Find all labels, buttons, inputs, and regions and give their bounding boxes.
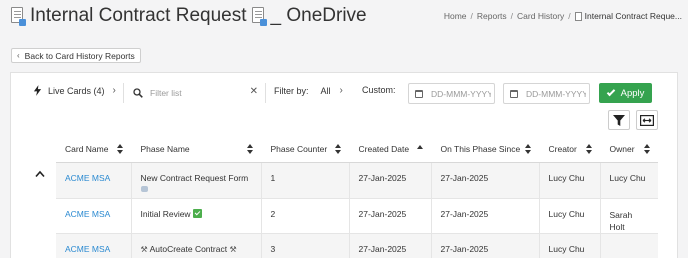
creator-cell: Lucy Chu xyxy=(538,233,600,258)
chevron-right-icon: › xyxy=(112,85,116,96)
column-header-phase-name[interactable]: Phase Name xyxy=(130,136,261,163)
breadcrumb-home[interactable]: Home xyxy=(444,11,467,21)
sort-icon xyxy=(524,144,531,154)
tools-icon: ⚒ xyxy=(140,244,148,254)
card-history-table: Card Name Phase Name Phase Counter Creat… xyxy=(56,136,658,258)
card-name-link[interactable]: ACME MSA xyxy=(56,162,131,199)
document-icon xyxy=(574,11,582,21)
sort-icon xyxy=(644,144,650,154)
breadcrumb-separator: / xyxy=(568,11,571,21)
creator-cell: Lucy Chu xyxy=(538,162,600,199)
chevron-left-icon: ‹ xyxy=(17,51,20,60)
on-phase-since-cell: 27-Jan-2025 xyxy=(430,233,539,258)
document-icon xyxy=(251,6,267,26)
sort-icon xyxy=(334,144,341,154)
column-header-card-name[interactable]: Card Name xyxy=(56,136,131,163)
card-name-link[interactable]: ACME MSA xyxy=(56,233,131,258)
column-header-creator[interactable]: Creator xyxy=(538,136,600,163)
date-from-field[interactable] xyxy=(408,83,495,104)
live-cards-label: Live Cards (4) xyxy=(48,85,105,96)
back-button-label: Back to Card History Reports xyxy=(24,50,135,61)
column-header-created-date[interactable]: Created Date xyxy=(348,136,431,163)
phase-counter-cell: 3 xyxy=(260,233,349,258)
breadcrumb: Home / Reports / Card History / Internal… xyxy=(444,11,682,21)
divider xyxy=(265,83,266,103)
column-header-phase-counter[interactable]: Phase Counter xyxy=(260,136,349,163)
filter-by-dropdown[interactable]: Filter by: All › xyxy=(274,85,343,96)
sort-icon xyxy=(585,144,592,154)
column-header-on-this-phase-since[interactable]: On This Phase Since xyxy=(430,136,539,163)
filter-by-label: Filter by: xyxy=(274,85,309,96)
table-row: ACME MSA Initial Review 2 27-Jan-2025 27… xyxy=(56,198,658,234)
card-name-link[interactable]: ACME MSA xyxy=(56,198,131,234)
divider xyxy=(123,83,124,103)
on-phase-since-cell: 27-Jan-2025 xyxy=(430,198,539,234)
filter-button[interactable] xyxy=(608,110,630,130)
clear-icon[interactable]: ✕ xyxy=(250,86,258,97)
owner-cell xyxy=(599,233,658,258)
breadcrumb-reports[interactable]: Reports xyxy=(477,11,507,21)
table-row: ACME MSA New Contract Request Form 1 27-… xyxy=(56,162,658,199)
page-title-suffix: _ OneDrive xyxy=(270,5,367,26)
report-panel: Live Cards (4) › ✕ Filter by: All › Cust… xyxy=(10,72,678,258)
phase-name-cell: ⚒ AutoCreate Contract ⚒ xyxy=(130,233,261,258)
calendar-icon xyxy=(415,89,423,98)
breadcrumb-card-history[interactable]: Card History xyxy=(517,11,564,21)
chevron-up-icon[interactable] xyxy=(35,170,45,178)
check-mark-icon xyxy=(192,208,202,218)
search-input[interactable] xyxy=(150,87,240,98)
phase-name-cell: New Contract Request Form xyxy=(130,162,261,199)
toolbar: Live Cards (4) › ✕ Filter by: All › Cust… xyxy=(11,73,679,113)
table-header-row: Card Name Phase Name Phase Counter Creat… xyxy=(56,136,658,163)
apply-button[interactable]: Apply xyxy=(599,83,652,103)
date-from-input[interactable] xyxy=(431,88,491,99)
check-icon xyxy=(606,87,615,96)
created-date-cell: 27-Jan-2025 xyxy=(348,198,431,234)
page-header: Internal Contract Request _ OneDrive Hom… xyxy=(0,0,688,36)
created-date-cell: 27-Jan-2025 xyxy=(348,162,431,199)
breadcrumb-current: Internal Contract Reque... xyxy=(584,11,682,21)
back-to-card-history-button[interactable]: ‹ Back to Card History Reports xyxy=(11,48,141,63)
search-box: ✕ xyxy=(133,85,258,100)
apply-label: Apply xyxy=(620,87,645,99)
filter-by-value: All xyxy=(320,85,331,96)
robot-icon xyxy=(140,185,148,192)
breadcrumb-separator: / xyxy=(470,11,473,21)
phase-name-cell: Initial Review xyxy=(130,198,261,234)
chevron-right-icon: › xyxy=(339,85,343,96)
sort-icon xyxy=(116,144,123,154)
breadcrumb-separator: / xyxy=(510,11,514,21)
date-to-field[interactable] xyxy=(503,83,590,104)
calendar-icon xyxy=(510,89,518,98)
owner-cell: Lucy Chu xyxy=(599,162,658,199)
tools-icon: ⚒ xyxy=(229,244,237,254)
sort-ascending-icon xyxy=(416,145,423,149)
fit-columns-button[interactable] xyxy=(636,110,658,130)
date-to-input[interactable] xyxy=(526,88,586,99)
filter-icon xyxy=(613,114,625,126)
document-icon xyxy=(10,6,26,26)
lightning-icon xyxy=(33,85,42,96)
phase-counter-cell: 2 xyxy=(260,198,349,234)
search-icon xyxy=(133,87,143,98)
custom-label: Custom: xyxy=(362,85,396,95)
column-header-owner[interactable]: Owner xyxy=(599,136,658,163)
on-phase-since-cell: 27-Jan-2025 xyxy=(430,162,539,199)
page-title: Internal Contract Request _ OneDrive xyxy=(10,5,367,27)
phase-counter-cell: 1 xyxy=(260,162,349,199)
page-title-main: Internal Contract Request xyxy=(30,5,247,26)
creator-cell: Lucy Chu xyxy=(538,198,600,234)
live-cards-dropdown[interactable]: Live Cards (4) › xyxy=(33,85,116,96)
created-date-cell: 27-Jan-2025 xyxy=(348,233,431,258)
owner-cell: Sarah Holt xyxy=(599,198,658,234)
expand-width-icon xyxy=(640,114,654,126)
table-row: ACME MSA ⚒ AutoCreate Contract ⚒ 3 27-Ja… xyxy=(56,233,658,258)
sort-icon xyxy=(246,144,253,154)
